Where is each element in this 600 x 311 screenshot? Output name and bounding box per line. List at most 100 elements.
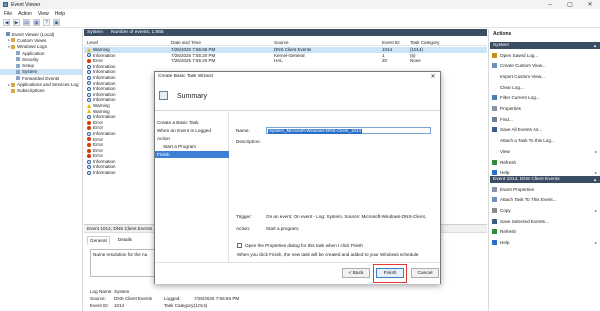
action-label: Find... bbox=[500, 116, 513, 122]
task-category-cell: (5) bbox=[410, 52, 416, 58]
error-icon bbox=[87, 148, 91, 153]
level-text: Warning bbox=[93, 47, 110, 52]
level-cell: Information bbox=[87, 97, 116, 102]
error-icon bbox=[87, 142, 91, 147]
action-icon bbox=[492, 159, 497, 165]
log-name-label: Log Name: bbox=[90, 289, 113, 294]
name-label: Name: bbox=[236, 128, 250, 133]
column-task-category[interactable]: Task Category bbox=[410, 40, 439, 45]
level-cell: Error bbox=[87, 58, 103, 63]
open-properties-checkbox[interactable] bbox=[237, 243, 242, 248]
grid-icon[interactable]: ▦ bbox=[33, 19, 40, 26]
warning-icon bbox=[87, 103, 91, 108]
column-source[interactable]: Source bbox=[274, 40, 289, 45]
event-id-label: Event ID: bbox=[90, 303, 109, 308]
information-icon bbox=[87, 114, 91, 119]
level-text: Information bbox=[93, 80, 116, 86]
level-cell: Information bbox=[87, 64, 116, 69]
action-icon bbox=[492, 74, 497, 79]
panel-icon[interactable]: ▣ bbox=[53, 19, 60, 26]
action-item[interactable]: Properties bbox=[492, 105, 600, 113]
maximize-button[interactable]: ▢ bbox=[560, 0, 580, 9]
folder-icon bbox=[11, 38, 15, 43]
event-message: Name resolution for the na bbox=[93, 252, 148, 257]
folder-icon bbox=[11, 88, 15, 93]
wizard-step[interactable]: Finish bbox=[155, 151, 229, 158]
action-item[interactable]: Import Custom View... bbox=[492, 72, 600, 80]
action-icon bbox=[492, 127, 497, 133]
action-item[interactable]: Open Saved Log... bbox=[492, 51, 600, 59]
error-icon bbox=[87, 120, 91, 125]
level-text: Warning bbox=[93, 108, 110, 114]
action-item[interactable]: Attach a Task To this Log... bbox=[492, 137, 600, 145]
action-label: Refresh bbox=[500, 229, 517, 235]
action-item[interactable]: Help ▸ bbox=[492, 239, 600, 247]
name-field[interactable]: System_Microsoft-Windows-DNS-Client_1014 bbox=[266, 127, 431, 134]
trigger-label: Trigger: bbox=[236, 214, 252, 219]
cancel-button[interactable]: Cancel bbox=[411, 268, 439, 278]
show-hide-tree-icon[interactable]: ▤ bbox=[23, 19, 30, 26]
logged-value: 7/26/2025 7:56:55 PM bbox=[194, 296, 240, 301]
description-field[interactable] bbox=[266, 138, 431, 208]
tab-general[interactable]: General bbox=[87, 236, 110, 245]
wizard-step[interactable]: Action bbox=[155, 135, 229, 142]
date-cell: 7/26/2025 7:56:55 PM bbox=[171, 47, 216, 52]
level-text: Information bbox=[93, 63, 116, 69]
tab-details[interactable]: Details bbox=[116, 236, 134, 245]
column-date[interactable]: Date and Time bbox=[171, 40, 201, 45]
menu-action[interactable]: Action bbox=[18, 11, 32, 17]
action-item[interactable]: Save All Events As... bbox=[492, 126, 600, 134]
actions-pane: Actions System ▲ Open Saved Log... Create… bbox=[488, 29, 600, 311]
level-text: Error bbox=[93, 147, 103, 153]
column-level[interactable]: Level bbox=[87, 40, 98, 45]
action-label: Save All Events As... bbox=[500, 127, 543, 133]
task-category-value: (1014) bbox=[194, 303, 208, 308]
folder-icon bbox=[11, 82, 15, 87]
wizard-step[interactable]: Create a Basic Task bbox=[155, 119, 229, 126]
level-cell: Warning bbox=[87, 47, 110, 52]
event-id-cell: 1014 bbox=[382, 47, 393, 52]
action-item[interactable]: Refresh bbox=[492, 228, 600, 236]
open-properties-label[interactable]: Open the Properties dialog for this task… bbox=[245, 243, 363, 248]
action-item[interactable]: Create Custom View... bbox=[492, 62, 600, 70]
folder-icon bbox=[16, 57, 20, 62]
back-button[interactable]: < Back bbox=[342, 268, 370, 278]
action-item[interactable]: Clear Log... bbox=[492, 83, 600, 91]
level-text: Warning bbox=[93, 102, 110, 108]
tree-item-label: Forwarded Events bbox=[22, 75, 60, 81]
forward-arrow-icon[interactable]: ▶ bbox=[13, 19, 20, 26]
action-item[interactable]: Copy ▸ bbox=[492, 206, 600, 214]
action-item[interactable]: Attach Task To This Event... bbox=[492, 196, 600, 204]
menu-help[interactable]: Help bbox=[55, 11, 65, 17]
level-cell: Error bbox=[87, 153, 103, 158]
tree-item[interactable]: Subscriptions bbox=[0, 88, 82, 94]
action-item[interactable]: View ▸ bbox=[492, 147, 600, 155]
action-item[interactable]: Find... bbox=[492, 115, 600, 123]
wizard-step[interactable]: Start a Program bbox=[155, 143, 229, 150]
information-icon bbox=[87, 53, 91, 58]
chevron-up-icon: ▲ bbox=[593, 43, 597, 48]
action-icon bbox=[492, 149, 497, 154]
wizard-step[interactable]: When an Event Is Logged bbox=[155, 127, 229, 134]
action-item[interactable]: Save Selected Events... bbox=[492, 217, 600, 225]
action-icon bbox=[492, 186, 497, 192]
action-label: Save Selected Events... bbox=[500, 218, 549, 224]
action-item[interactable]: Event Properties bbox=[492, 185, 600, 193]
action-icon bbox=[492, 170, 497, 176]
information-icon bbox=[87, 92, 91, 97]
action-item[interactable]: Filter Current Log... bbox=[492, 94, 600, 102]
column-event-id[interactable]: Event ID bbox=[382, 40, 400, 45]
menu-file[interactable]: File bbox=[4, 11, 12, 17]
close-button[interactable]: ✕ bbox=[580, 0, 600, 9]
back-arrow-icon[interactable]: ◀ bbox=[3, 19, 10, 26]
wizard-close-button[interactable]: ✕ bbox=[428, 72, 438, 81]
action-item[interactable]: Refresh bbox=[492, 158, 600, 166]
actions-section-event[interactable]: Event 1014, DNS Client Events ▲ bbox=[490, 176, 600, 183]
source-label: Source: bbox=[90, 296, 106, 301]
help-icon[interactable]: ? bbox=[43, 19, 50, 26]
error-icon bbox=[87, 126, 91, 131]
menu-view[interactable]: View bbox=[38, 11, 49, 17]
actions-section-system[interactable]: System ▲ bbox=[490, 42, 600, 49]
level-cell: Information bbox=[87, 164, 116, 169]
minimize-button[interactable]: – bbox=[540, 0, 560, 9]
